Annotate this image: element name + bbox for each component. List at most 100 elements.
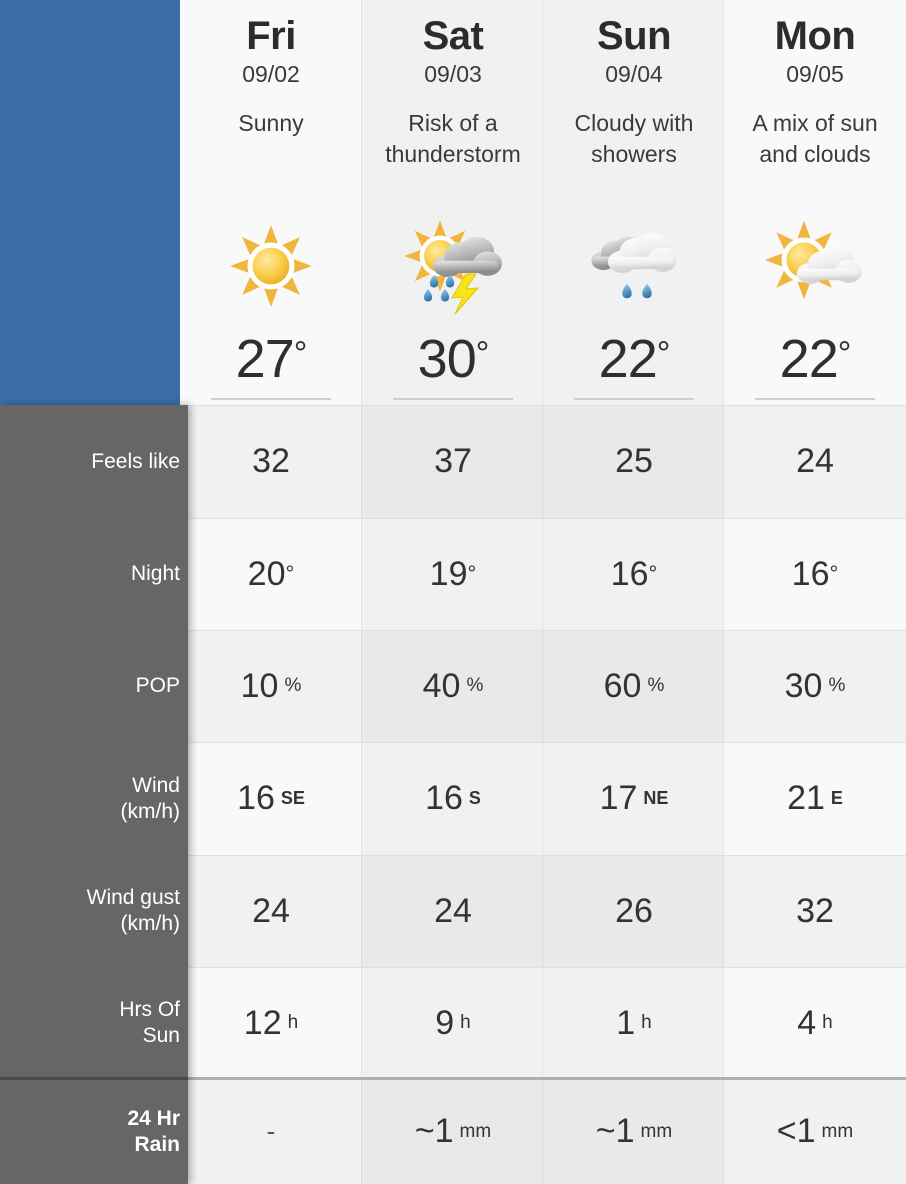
day-header-fri[interactable]: Fri 09/02 Sunny 27°: [180, 0, 362, 405]
day-description: Risk of a thunderstorm: [385, 110, 521, 168]
cell-unit: mm: [459, 1120, 492, 1142]
row-label-sidebar: Feels like Night POP Wind (km/h) Wind gust (km…: [0, 405, 188, 1184]
row-label-wind-km-h: Wind (km/h): [0, 742, 188, 855]
row-label-text: Night: [130, 562, 180, 586]
row-label-night: Night: [0, 518, 188, 630]
cell-24-hr-rain-mon: <1 mm: [724, 1079, 906, 1184]
high-temp: 22°: [779, 329, 852, 389]
cell-unit: °: [648, 561, 658, 586]
cell-wind-gust-km-h-mon: 32: [724, 855, 906, 967]
cell-value: 16: [237, 779, 275, 817]
cell-hrs-of-sun-sun: 1h: [543, 967, 725, 1079]
cell-value: 24: [252, 891, 290, 930]
sun-cloud-rain-thunder-icon: [404, 219, 502, 314]
day-date: 09/05: [786, 61, 844, 87]
day-date: 09/02: [242, 61, 300, 87]
day-header-mon[interactable]: Mon 09/05 A mix of sun and clouds 22°: [724, 0, 906, 405]
cell-feels-like-sat: 37: [362, 405, 544, 518]
cell-24-hr-rain-sat: ~1 mm: [362, 1079, 544, 1184]
cell-night-sun: 16 °: [543, 518, 725, 630]
cell-hrs-of-sun-fri: 12 h: [180, 967, 362, 1079]
forecast-grid: Fri 09/02 Sunny 27° Sat 09/03 Risk of a thunde…: [180, 0, 906, 1184]
cell-pop-sat: 40%: [362, 630, 544, 742]
cell-unit: NE: [643, 788, 669, 808]
day-name: Mon: [774, 14, 856, 58]
weather-icon-wrap: [543, 213, 725, 318]
cell-unit: h: [641, 1012, 652, 1033]
cloud-rain-icon: [591, 232, 677, 298]
cell-pop-sun: 60%: [543, 630, 725, 742]
day-header-sun[interactable]: Sun 09/04 Cloudy with showers 22°: [543, 0, 725, 405]
cell-value: 16: [610, 554, 649, 593]
weather-icon-wrap: [180, 213, 362, 318]
cell-unit: mm: [640, 1120, 673, 1142]
row-label-hrs-of-sun: Hrs Of Sun: [0, 967, 188, 1079]
cell-value: 19: [429, 554, 468, 593]
temp-underline: [755, 398, 875, 400]
cell-value: 32: [252, 442, 290, 480]
cell-value: 10: [240, 666, 279, 705]
cell-value: ~1: [595, 1112, 635, 1150]
cell-value: <1: [776, 1112, 816, 1150]
cell-24-hr-rain-fri: -: [180, 1079, 362, 1184]
cell-night-mon: 16 °: [724, 518, 906, 630]
row-label-text: Feels like: [91, 449, 180, 473]
cell-wind-km-h-sun: 17 NE: [543, 742, 725, 855]
cell-value: 21: [787, 779, 825, 817]
temp-underline: [574, 398, 694, 400]
high-temp: 22°: [598, 329, 671, 389]
row-label-feels-like: Feels like: [0, 405, 188, 518]
day-name: Sun: [596, 14, 672, 58]
sun-cloud-icon: [764, 220, 862, 299]
high-temp-wrap: 30°: [362, 328, 544, 400]
cell-hrs-of-sun-mon: 4h: [724, 967, 906, 1079]
cell-unit: E: [830, 788, 843, 808]
day-name: Fri: [246, 14, 296, 58]
high-temp-wrap: 22°: [724, 328, 906, 400]
row-label-text: Wind gust (km/h): [86, 886, 180, 935]
cell-unit: SE: [280, 788, 305, 808]
cell-value: 40: [422, 666, 461, 705]
high-temp-wrap: 27°: [180, 328, 362, 400]
cell-unit: %: [647, 675, 665, 696]
brand-panel: [0, 0, 180, 405]
cell-value: 20: [247, 554, 286, 593]
cell-value: 4: [797, 1003, 817, 1042]
day-description: Sunny: [238, 110, 304, 136]
cell-value: 26: [615, 891, 653, 930]
cell-feels-like-fri: 32: [180, 405, 362, 518]
cell-value: ~1: [414, 1112, 454, 1150]
day-description: A mix of sun and clouds: [752, 110, 878, 168]
row-label-text: Wind (km/h): [120, 773, 181, 823]
cell-value: 1: [616, 1003, 636, 1042]
cell-value: 24: [796, 442, 834, 480]
cell-value: 9: [435, 1003, 455, 1042]
high-temp: 27°: [235, 329, 308, 389]
cell-value: 16: [791, 554, 830, 593]
cell-unit: h: [460, 1012, 471, 1033]
cell-value: 17: [599, 779, 638, 817]
cell-unit: h: [287, 1012, 299, 1033]
weather-icon-wrap: [724, 213, 906, 318]
cell-value: 60: [603, 666, 642, 705]
cell-night-sat: 19 °: [362, 518, 544, 630]
high-temp: 30°: [417, 329, 490, 389]
cell-hrs-of-sun-sat: 9h: [362, 967, 544, 1079]
day-description: Cloudy with showers: [574, 110, 694, 168]
cell-wind-km-h-fri: 16 SE: [180, 742, 362, 855]
high-temp-wrap: 22°: [543, 328, 725, 400]
weather-icon-wrap: [362, 213, 544, 318]
day-header-sat[interactable]: Sat 09/03 Risk of a thunderstorm 30°: [362, 0, 544, 405]
sun-icon: [230, 224, 312, 307]
cell-unit: h: [822, 1012, 833, 1033]
temp-underline: [393, 398, 513, 400]
cell-wind-km-h-sat: 16 S: [362, 742, 544, 855]
day-date: 09/04: [605, 61, 663, 87]
cell-unit: %: [284, 675, 302, 696]
sidebar-rain-divider: [0, 1077, 188, 1080]
cell-wind-gust-km-h-sat: 24: [362, 855, 544, 967]
cell-feels-like-sun: 25: [543, 405, 725, 518]
row-label-text: Hrs Of Sun: [119, 998, 180, 1047]
cell-wind-gust-km-h-fri: 24: [180, 855, 362, 967]
cell-value: 30: [784, 666, 823, 705]
